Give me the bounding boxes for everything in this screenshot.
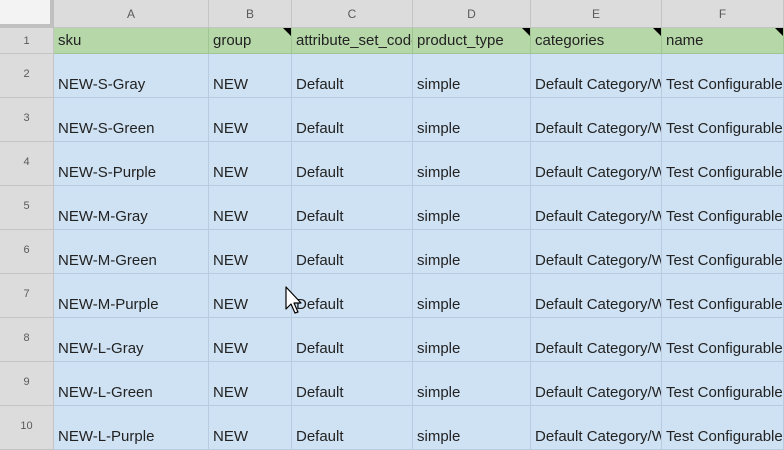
spreadsheet-grid[interactable]: A B C D E F 1 2 3 4 5 6 7 8 9 10 sku gro… <box>0 0 784 450</box>
column-header-e[interactable]: E <box>531 0 662 28</box>
cell-b8[interactable]: NEW <box>209 318 292 362</box>
cell-f2[interactable]: Test Configurable <box>662 54 784 98</box>
cell-f7[interactable]: Test Configurable <box>662 274 784 318</box>
comment-indicator-icon <box>283 28 291 36</box>
cell-f4[interactable]: Test Configurable <box>662 142 784 186</box>
cell-c6[interactable]: Default <box>292 230 413 274</box>
column-header-f[interactable]: F <box>662 0 784 28</box>
select-all-corner[interactable] <box>0 0 54 28</box>
cell-f10[interactable]: Test Configurable <box>662 406 784 450</box>
cell-c2[interactable]: Default <box>292 54 413 98</box>
cell-e1[interactable]: categories <box>531 28 662 54</box>
cell-a2[interactable]: NEW-S-Gray <box>54 54 209 98</box>
cell-c1-text: attribute_set_code <box>296 32 413 49</box>
comment-indicator-icon <box>522 28 530 36</box>
cell-e8[interactable]: Default Category/Women <box>531 318 662 362</box>
cell-d4[interactable]: simple <box>413 142 531 186</box>
cell-e6[interactable]: Default Category/Women <box>531 230 662 274</box>
cell-f9[interactable]: Test Configurable <box>662 362 784 406</box>
row-header-3[interactable]: 3 <box>0 98 54 142</box>
cell-c4[interactable]: Default <box>292 142 413 186</box>
comment-indicator-icon <box>775 28 783 36</box>
column-header-d[interactable]: D <box>413 0 531 28</box>
cell-e3[interactable]: Default Category/Women <box>531 98 662 142</box>
cell-e10[interactable]: Default Category/Women <box>531 406 662 450</box>
cell-c5[interactable]: Default <box>292 186 413 230</box>
cell-a5[interactable]: NEW-M-Gray <box>54 186 209 230</box>
row-header-6[interactable]: 6 <box>0 230 54 274</box>
column-header-c[interactable]: C <box>292 0 413 28</box>
cell-a9[interactable]: NEW-L-Green <box>54 362 209 406</box>
cell-e4[interactable]: Default Category/Women <box>531 142 662 186</box>
cell-a7[interactable]: NEW-M-Purple <box>54 274 209 318</box>
row-header-8[interactable]: 8 <box>0 318 54 362</box>
cell-f1-text: name <box>666 32 704 49</box>
cell-e7[interactable]: Default Category/Women <box>531 274 662 318</box>
cell-e2[interactable]: Default Category/Women <box>531 54 662 98</box>
cell-c8[interactable]: Default <box>292 318 413 362</box>
cell-a8[interactable]: NEW-L-Gray <box>54 318 209 362</box>
column-header-b[interactable]: B <box>209 0 292 28</box>
cell-a10[interactable]: NEW-L-Purple <box>54 406 209 450</box>
cell-b6[interactable]: NEW <box>209 230 292 274</box>
cell-f3[interactable]: Test Configurable <box>662 98 784 142</box>
cell-d9[interactable]: simple <box>413 362 531 406</box>
cell-a6[interactable]: NEW-M-Green <box>54 230 209 274</box>
cell-b4[interactable]: NEW <box>209 142 292 186</box>
cell-c7[interactable]: Default <box>292 274 413 318</box>
cell-c10[interactable]: Default <box>292 406 413 450</box>
cell-b9[interactable]: NEW <box>209 362 292 406</box>
cell-c1[interactable]: attribute_set_code <box>292 28 413 54</box>
cell-f5[interactable]: Test Configurable <box>662 186 784 230</box>
cell-a3[interactable]: NEW-S-Green <box>54 98 209 142</box>
row-header-1[interactable]: 1 <box>0 28 54 54</box>
cell-d8[interactable]: simple <box>413 318 531 362</box>
cell-a4[interactable]: NEW-S-Purple <box>54 142 209 186</box>
cell-d7[interactable]: simple <box>413 274 531 318</box>
cell-f8[interactable]: Test Configurable <box>662 318 784 362</box>
cell-b10[interactable]: NEW <box>209 406 292 450</box>
column-header-a[interactable]: A <box>54 0 209 28</box>
cell-d3[interactable]: simple <box>413 98 531 142</box>
cell-d1[interactable]: product_type <box>413 28 531 54</box>
cell-f1[interactable]: name <box>662 28 784 54</box>
cell-a1[interactable]: sku <box>54 28 209 54</box>
cell-b2[interactable]: NEW <box>209 54 292 98</box>
cell-c3[interactable]: Default <box>292 98 413 142</box>
cell-d2[interactable]: simple <box>413 54 531 98</box>
row-header-10[interactable]: 10 <box>0 406 54 450</box>
comment-indicator-icon <box>653 28 661 36</box>
cell-e9[interactable]: Default Category/Women <box>531 362 662 406</box>
cell-b5[interactable]: NEW <box>209 186 292 230</box>
cell-d6[interactable]: simple <box>413 230 531 274</box>
cell-a1-text: sku <box>58 32 82 49</box>
cell-b1-text: group <box>213 32 252 49</box>
cell-b7[interactable]: NEW <box>209 274 292 318</box>
row-header-5[interactable]: 5 <box>0 186 54 230</box>
cell-b1[interactable]: group <box>209 28 292 54</box>
cell-d5[interactable]: simple <box>413 186 531 230</box>
row-header-4[interactable]: 4 <box>0 142 54 186</box>
cell-e5[interactable]: Default Category/Women <box>531 186 662 230</box>
cell-d10[interactable]: simple <box>413 406 531 450</box>
cell-f6[interactable]: Test Configurable <box>662 230 784 274</box>
row-header-7[interactable]: 7 <box>0 274 54 318</box>
row-header-2[interactable]: 2 <box>0 54 54 98</box>
row-header-9[interactable]: 9 <box>0 362 54 406</box>
cell-d1-text: product_type <box>417 32 504 49</box>
cell-e1-text: categories <box>535 32 605 49</box>
cell-c9[interactable]: Default <box>292 362 413 406</box>
cell-b3[interactable]: NEW <box>209 98 292 142</box>
